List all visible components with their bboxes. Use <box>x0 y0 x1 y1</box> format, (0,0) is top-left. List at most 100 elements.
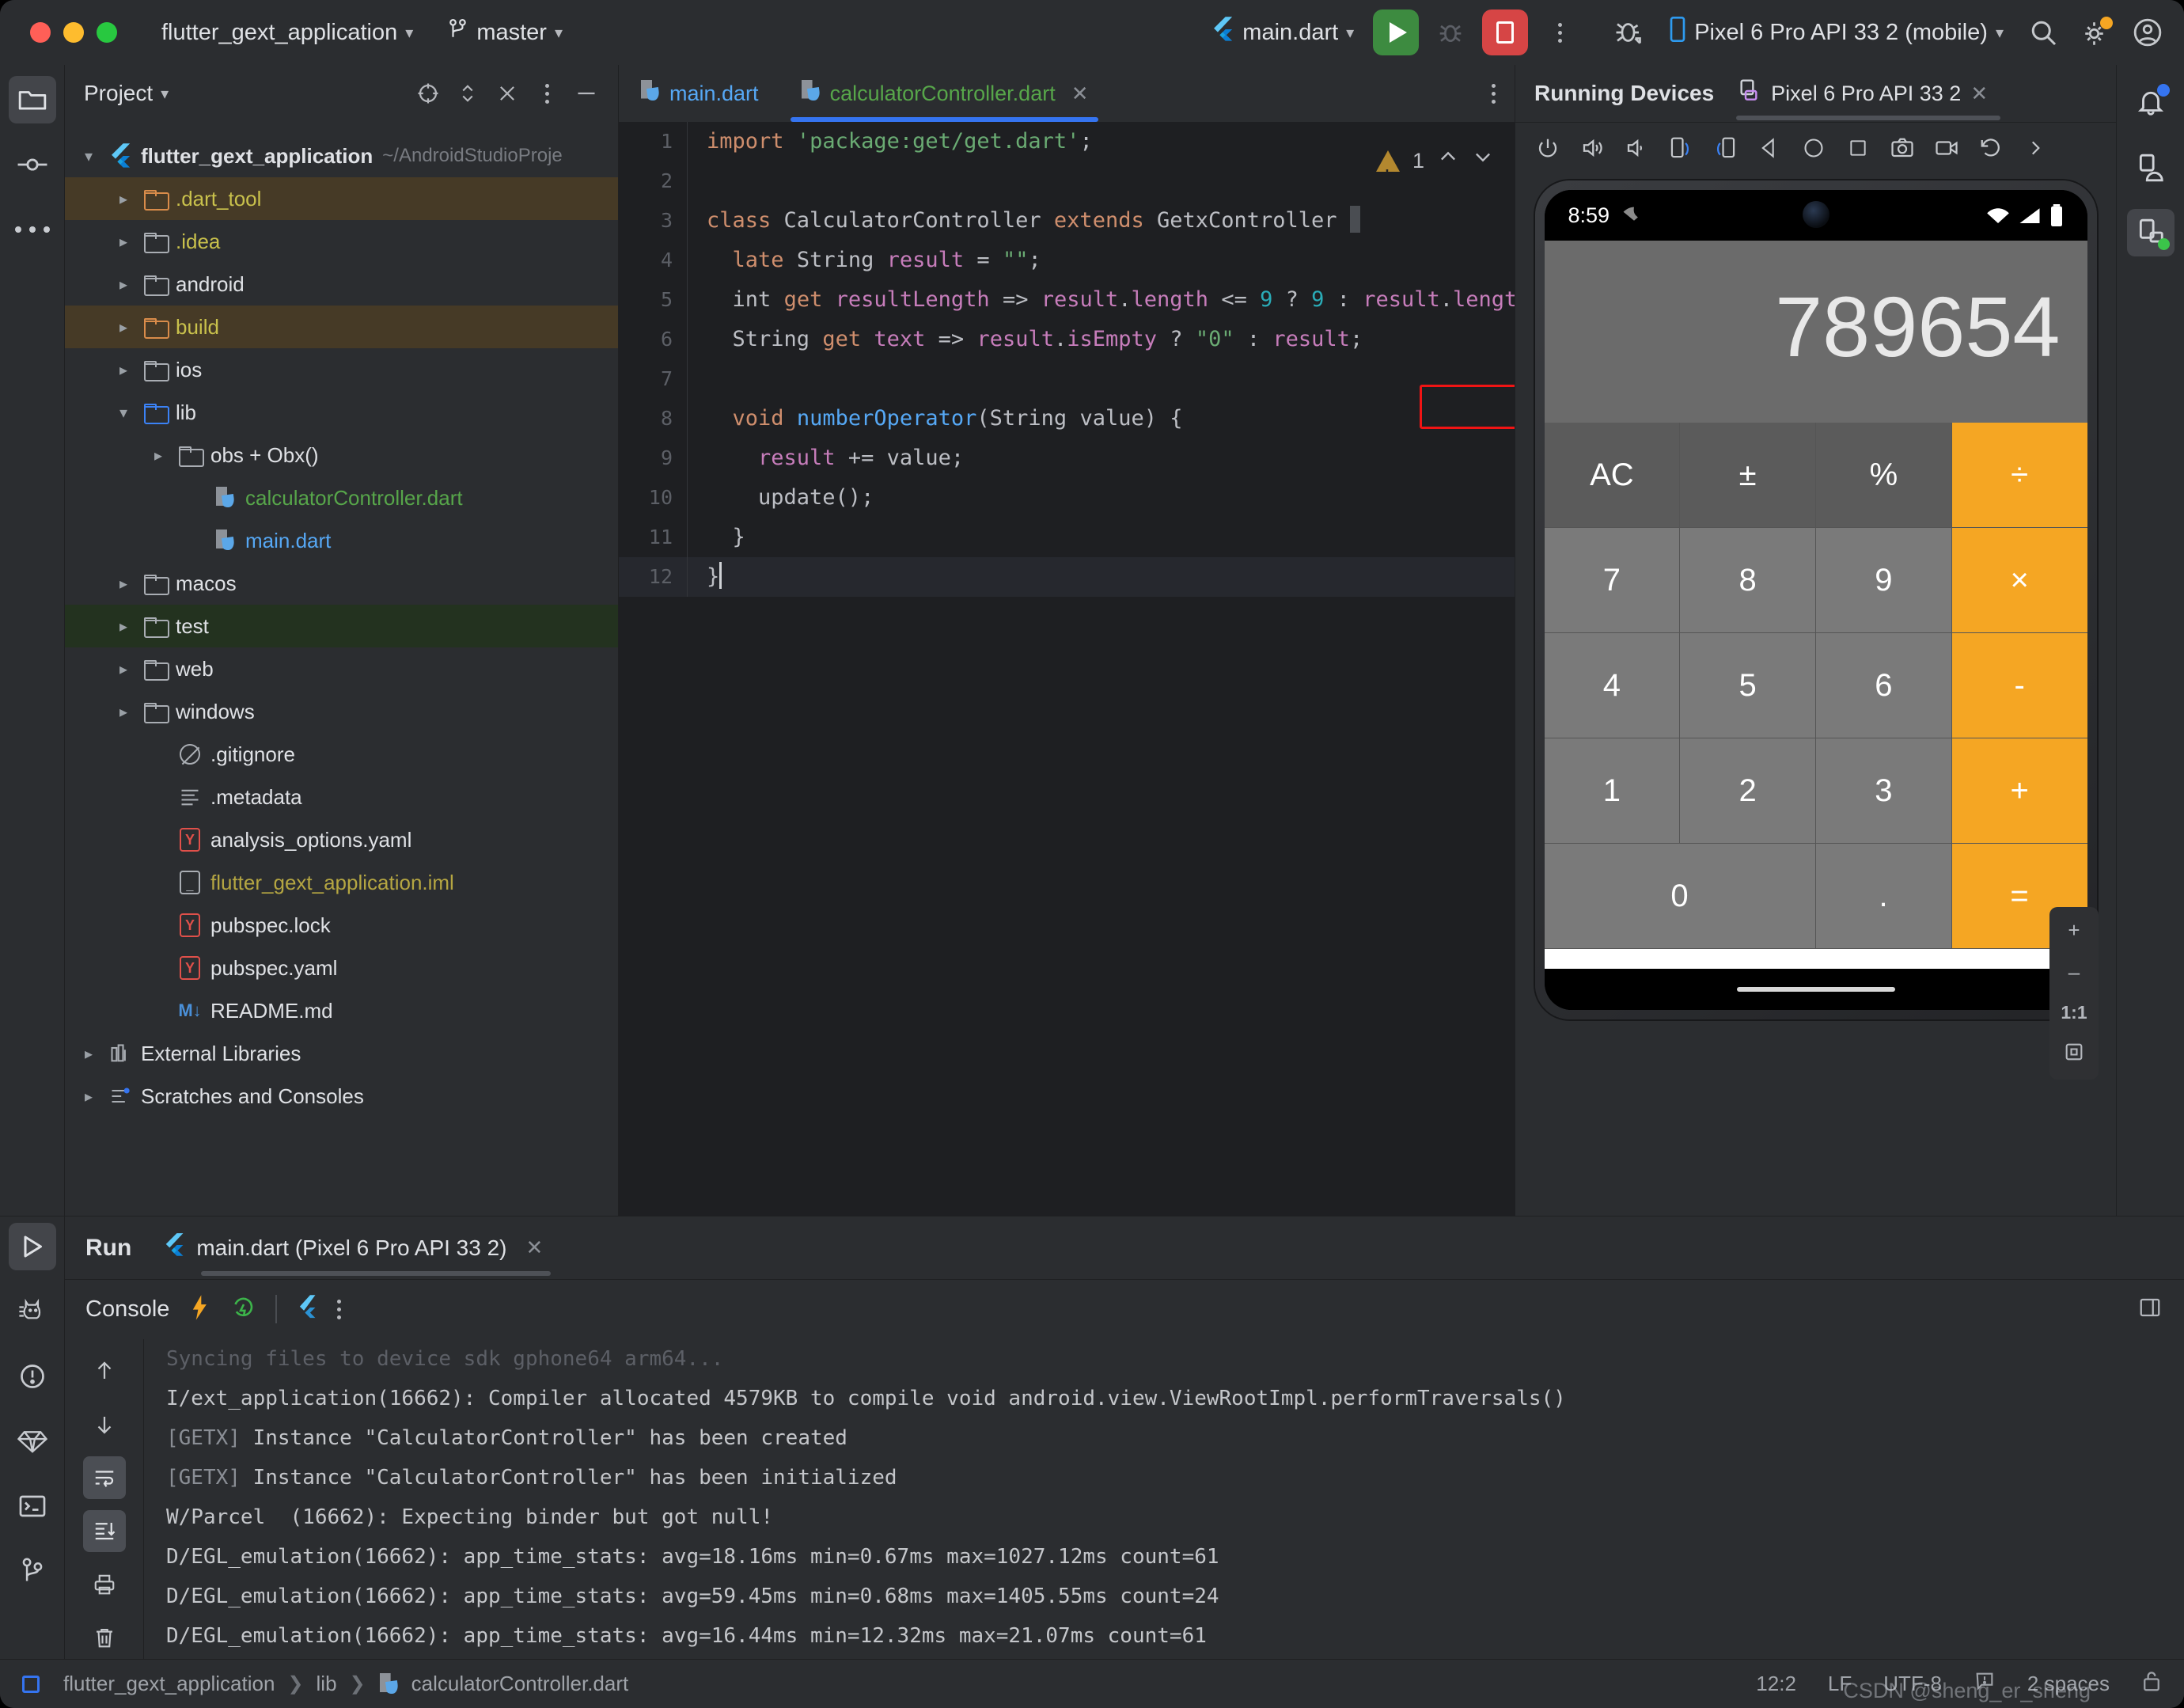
sidebar-item-device-manager[interactable] <box>2127 144 2175 192</box>
tree-item-readme-md[interactable]: M↓README.md <box>65 989 618 1032</box>
encoding[interactable]: UTF-8 <box>1883 1672 1942 1696</box>
tree-item-pubspec-lock[interactable]: Ypubspec.lock <box>65 904 618 947</box>
device-selector[interactable]: Pixel 6 Pro API 33 2 (mobile) ▾ <box>1661 12 2011 53</box>
tree-item-analysis-options-yaml[interactable]: Yanalysis_options.yaml <box>65 818 618 861</box>
more-icon[interactable] <box>337 1300 341 1319</box>
sidebar-item-project[interactable] <box>9 76 56 123</box>
sidebar-item-problems[interactable] <box>9 1353 56 1400</box>
phone-screen[interactable]: 8:59 789654 AC±%÷7 <box>1545 190 2087 1010</box>
device-tab[interactable]: Pixel 6 Pro API 33 2 ✕ <box>1736 78 1988 109</box>
home-icon[interactable] <box>1794 128 1833 168</box>
branch-selector[interactable]: master ▾ <box>440 13 571 52</box>
caret-position[interactable]: 12:2 <box>1756 1672 1796 1696</box>
calc-key-[interactable]: ± <box>1680 423 1816 528</box>
scroll-up-icon[interactable] <box>83 1350 126 1392</box>
tree-item-external-libraries[interactable]: ▸External Libraries <box>65 1032 618 1075</box>
calc-key-[interactable]: % <box>1816 423 1952 528</box>
breadcrumb-item-project[interactable]: flutter_gext_application <box>63 1672 275 1696</box>
tree-item-main-dart[interactable]: main.dart <box>65 519 618 562</box>
maximize-window-button[interactable] <box>97 22 117 43</box>
lightning-icon[interactable] <box>188 1294 212 1325</box>
actual-size-button[interactable]: 1:1 <box>2061 1002 2087 1023</box>
expand-toggle-icon[interactable]: ▸ <box>108 317 139 337</box>
calc-key-7[interactable]: 7 <box>1545 528 1681 633</box>
tree-item-windows[interactable]: ▸windows <box>65 690 618 733</box>
expand-toggle-icon[interactable]: ▸ <box>108 702 139 722</box>
scroll-to-end-icon[interactable] <box>83 1510 126 1552</box>
calc-key-1[interactable]: 1 <box>1545 738 1681 844</box>
close-icon[interactable] <box>491 78 523 109</box>
volume-up-icon[interactable] <box>1572 128 1612 168</box>
clear-all-icon[interactable] <box>83 1617 126 1659</box>
sidebar-item-version-control[interactable] <box>9 1547 56 1595</box>
tree-item-gitignore[interactable]: .gitignore <box>65 733 618 776</box>
prev-problem-icon[interactable] <box>1437 141 1459 180</box>
editor-tab-main-dart[interactable]: main.dart <box>619 65 779 122</box>
fit-to-window-icon[interactable] <box>2063 1041 2085 1068</box>
tree-item-dart-tool[interactable]: ▸.dart_tool <box>65 177 618 220</box>
overview-icon[interactable] <box>1838 128 1878 168</box>
calc-key-6[interactable]: 6 <box>1816 633 1952 738</box>
split-view-icon[interactable] <box>2138 1296 2162 1323</box>
stop-button[interactable] <box>1482 9 1528 55</box>
tree-item-lib[interactable]: ▾lib <box>65 391 618 434</box>
breadcrumb-item-lib[interactable]: lib <box>317 1672 337 1696</box>
tree-item-flutter-gext-application-iml[interactable]: _flutter_gext_application.iml <box>65 861 618 904</box>
expand-toggle-icon[interactable]: ▾ <box>108 403 139 423</box>
calc-key-[interactable]: + <box>1952 738 2087 844</box>
power-icon[interactable] <box>1528 128 1568 168</box>
inspection-widget[interactable]: 1 <box>1376 141 1494 180</box>
profile-button[interactable] <box>1609 12 1650 53</box>
soft-wrap-icon[interactable] <box>83 1456 126 1498</box>
search-icon[interactable] <box>2023 12 2064 53</box>
calc-key-[interactable]: ÷ <box>1952 423 2087 528</box>
print-icon[interactable] <box>83 1563 126 1605</box>
console-tab[interactable]: Console <box>85 1296 169 1323</box>
sidebar-item-terminal[interactable] <box>9 1482 56 1530</box>
calc-key-[interactable]: . <box>1816 844 1952 949</box>
expand-toggle-icon[interactable]: ▸ <box>142 446 174 465</box>
expand-toggle-icon[interactable]: ▸ <box>108 360 139 380</box>
window-controls[interactable] <box>30 22 117 43</box>
rotate-left-icon[interactable] <box>1661 128 1701 168</box>
expand-toggle-icon[interactable]: ▸ <box>108 617 139 636</box>
line-separator[interactable]: LF <box>1828 1672 1852 1696</box>
hot-reload-icon[interactable] <box>231 1294 256 1325</box>
tree-item-idea[interactable]: ▸.idea <box>65 220 618 263</box>
zoom-out-button[interactable]: – <box>2068 960 2080 985</box>
locate-icon[interactable] <box>412 78 444 109</box>
run-session-tab[interactable]: main.dart (Pixel 6 Pro API 33 2) ✕ <box>163 1232 543 1263</box>
calc-key-[interactable]: - <box>1952 633 2087 738</box>
editor-tab-calculator-controller-dart[interactable]: calculatorController.dart ✕ <box>779 65 1109 122</box>
tree-item-calculatorcontroller-dart[interactable]: calculatorController.dart <box>65 476 618 519</box>
calc-key-0[interactable]: 0 <box>1545 844 1816 949</box>
calc-key-5[interactable]: 5 <box>1680 633 1816 738</box>
calc-key-ac[interactable]: AC <box>1545 423 1681 528</box>
project-tree[interactable]: ▾flutter_gext_application~/AndroidStudio… <box>65 122 618 1118</box>
tree-item-scratches-and-consoles[interactable]: ▸Scratches and Consoles <box>65 1075 618 1118</box>
emulator-zoom-controls[interactable]: + – 1:1 <box>2049 907 2099 1080</box>
close-tab-icon[interactable]: ✕ <box>1071 82 1089 106</box>
expand-toggle-icon[interactable]: ▸ <box>108 574 139 594</box>
tree-item-android[interactable]: ▸android <box>65 263 618 306</box>
calc-key-8[interactable]: 8 <box>1680 528 1816 633</box>
tree-item-pubspec-yaml[interactable]: Ypubspec.yaml <box>65 947 618 989</box>
expand-toggle-icon[interactable]: ▸ <box>108 659 139 679</box>
lock-icon[interactable] <box>2141 1669 2162 1699</box>
expand-toggle-icon[interactable]: ▸ <box>73 1087 104 1106</box>
tree-item-web[interactable]: ▸web <box>65 647 618 690</box>
gear-icon[interactable] <box>2075 12 2116 53</box>
minimize-window-button[interactable] <box>63 22 84 43</box>
close-window-button[interactable] <box>30 22 51 43</box>
close-icon[interactable]: ✕ <box>526 1235 544 1260</box>
options-icon[interactable] <box>531 78 563 109</box>
screenshot-icon[interactable] <box>1883 128 1922 168</box>
run-button[interactable] <box>1373 9 1419 55</box>
next-problem-icon[interactable] <box>1472 141 1494 180</box>
sidebar-item-running-devices[interactable] <box>2127 209 2175 256</box>
tree-item-metadata[interactable]: .metadata <box>65 776 618 818</box>
calc-key-4[interactable]: 4 <box>1545 633 1681 738</box>
expand-toggle-icon[interactable]: ▸ <box>108 275 139 294</box>
breadcrumb-item-file[interactable]: calculatorController.dart <box>411 1672 629 1696</box>
project-selector[interactable]: flutter_gext_application ▾ <box>154 15 421 51</box>
